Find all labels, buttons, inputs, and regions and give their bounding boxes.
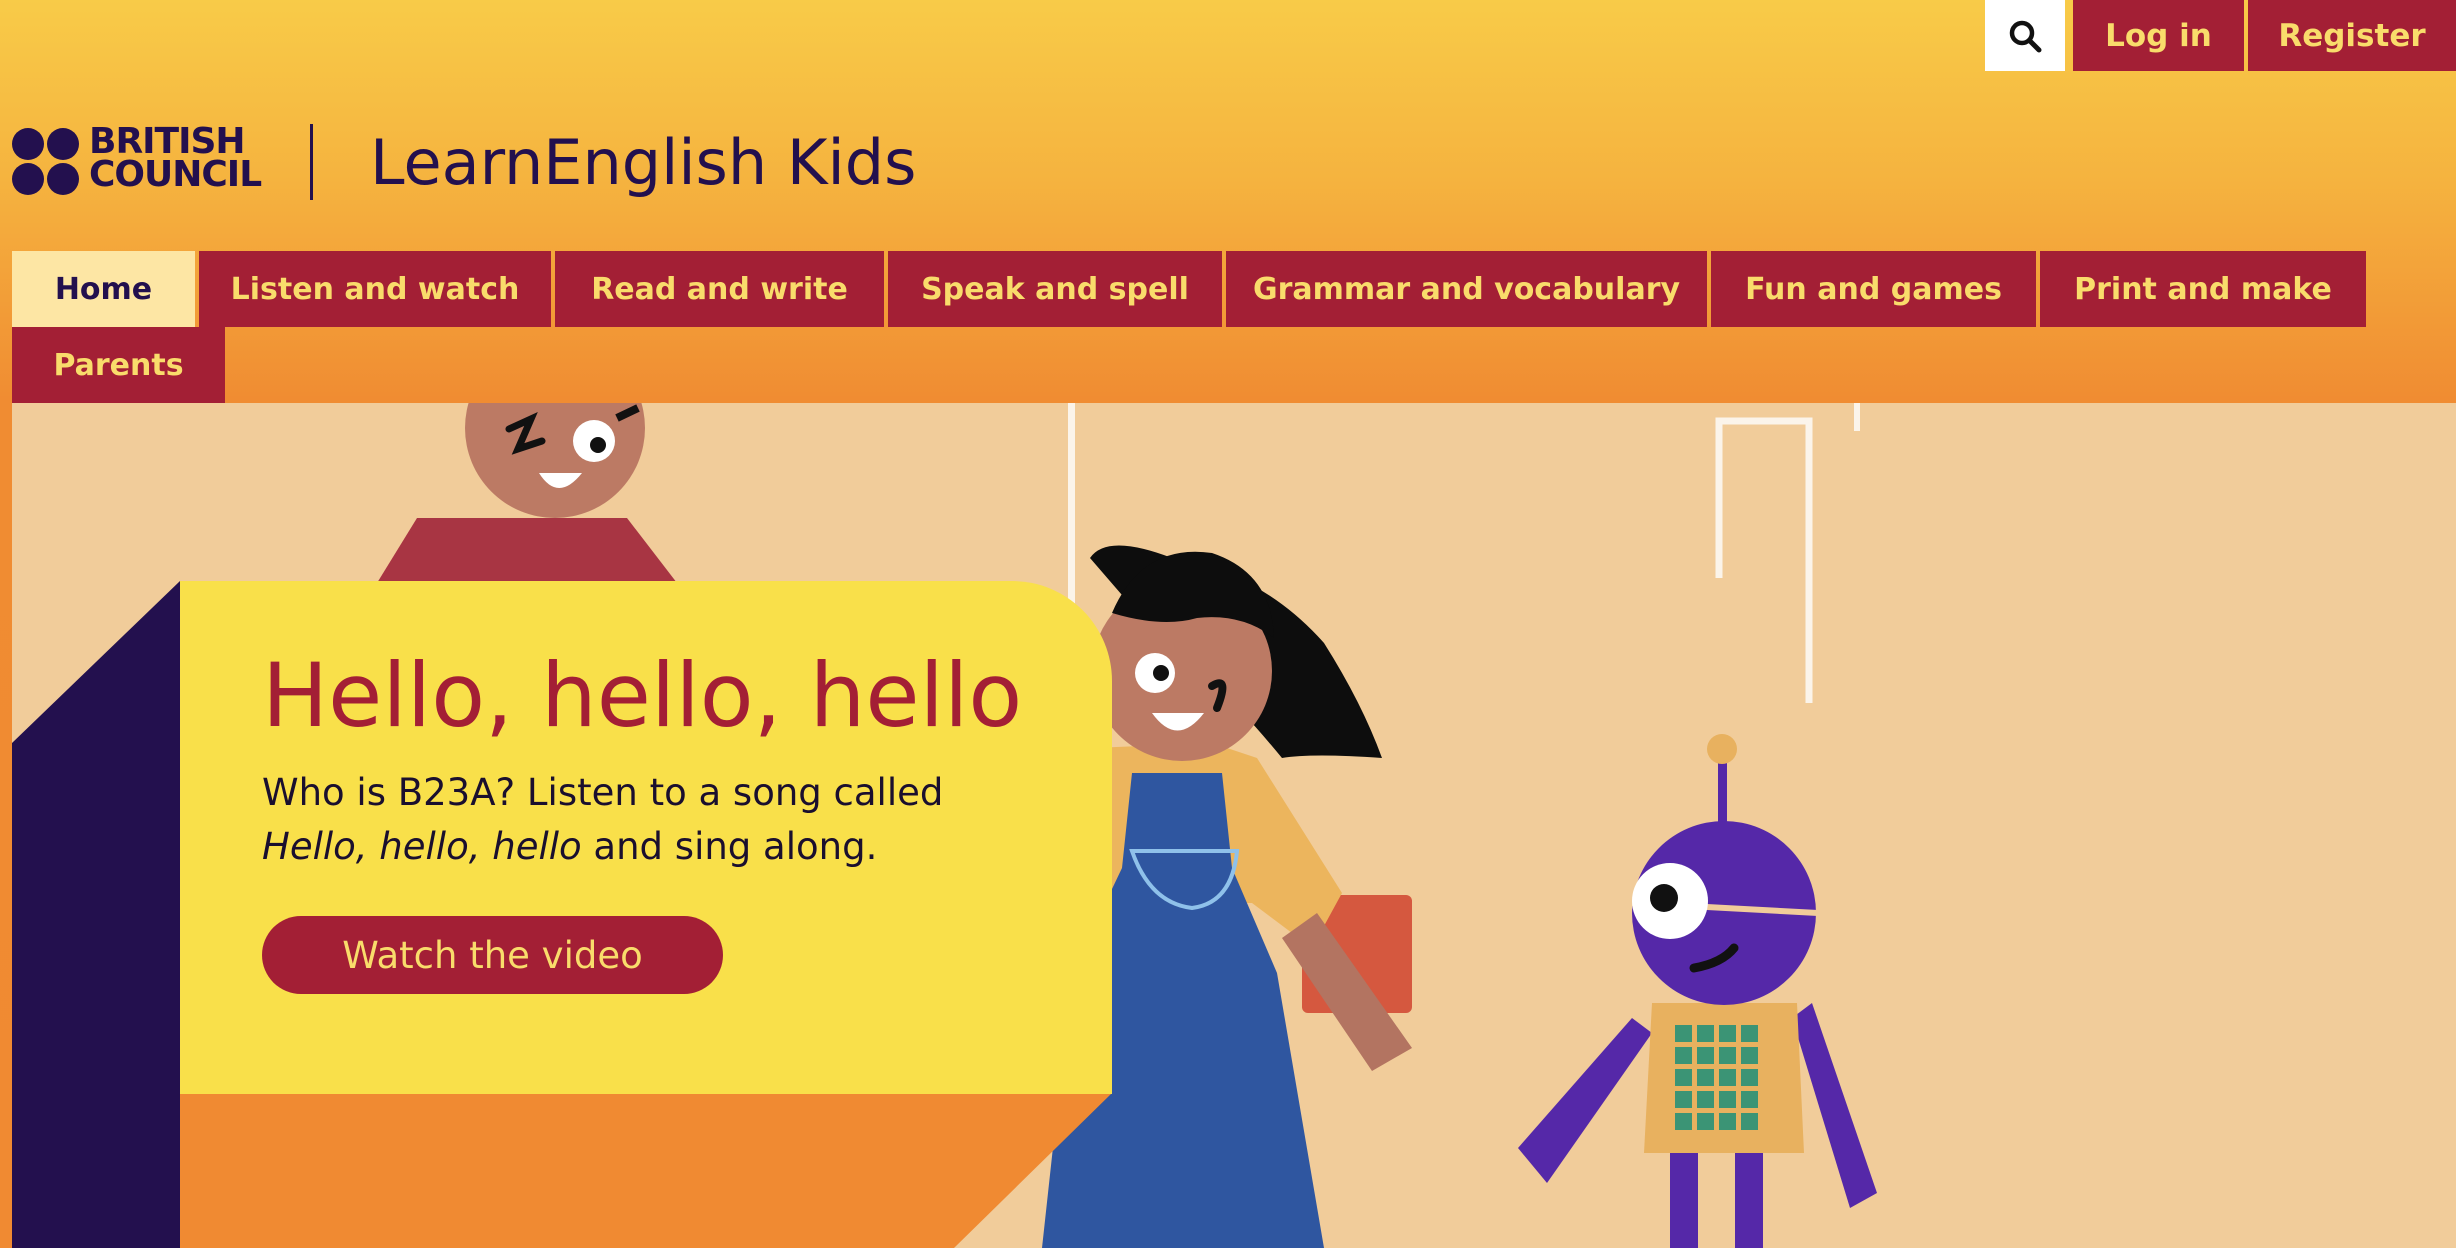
nav-row: Home Listen and watch Read and write Spe…: [12, 251, 2452, 327]
header-divider: [310, 124, 313, 200]
hero-description-text: and sing along.: [581, 825, 878, 868]
hero-song-title: Hello, hello, hello: [262, 825, 582, 868]
search-icon: [2009, 20, 2042, 52]
register-button[interactable]: Register: [2248, 0, 2456, 71]
british-council-circles-icon: [12, 128, 79, 195]
watch-video-button[interactable]: Watch the video: [262, 916, 723, 994]
nav-item-read-and-write[interactable]: Read and write: [555, 251, 884, 327]
site-title[interactable]: LearnEnglish Kids: [370, 125, 916, 201]
nav-item-listen-and-watch[interactable]: Listen and watch: [199, 251, 551, 327]
nav-item-speak-and-spell[interactable]: Speak and spell: [888, 251, 1222, 327]
utility-bar: Log in Register: [1985, 0, 2456, 71]
search-button[interactable]: [1985, 0, 2065, 71]
hero-description: Who is B23A? Listen to a song called Hel…: [262, 766, 1022, 874]
hero-title: Hello, hello, hello: [262, 644, 1023, 747]
nav-item-parents[interactable]: Parents: [12, 327, 225, 403]
british-council-logo[interactable]: BRITISH COUNCIL: [11, 124, 262, 197]
nav-row: Parents: [12, 327, 2452, 403]
robot-character: [1518, 734, 1877, 1248]
main-nav: Home Listen and watch Read and write Spe…: [12, 251, 2452, 403]
brand-text: BRITISH COUNCIL: [89, 121, 262, 195]
nav-item-grammar-and-vocabulary[interactable]: Grammar and vocabulary: [1226, 251, 1707, 327]
nav-item-home[interactable]: Home: [12, 251, 195, 327]
login-button[interactable]: Log in: [2073, 0, 2244, 71]
hero-description-text: Who is B23A? Listen to a song called: [262, 771, 944, 814]
nav-item-print-and-make[interactable]: Print and make: [2040, 251, 2366, 327]
hero-banner: Hello, hello, hello Who is B23A? Listen …: [12, 403, 2456, 1248]
boy-character: [377, 403, 677, 583]
nav-item-fun-and-games[interactable]: Fun and games: [1711, 251, 2036, 327]
hero-card: Hello, hello, hello Who is B23A? Listen …: [180, 581, 1112, 1094]
